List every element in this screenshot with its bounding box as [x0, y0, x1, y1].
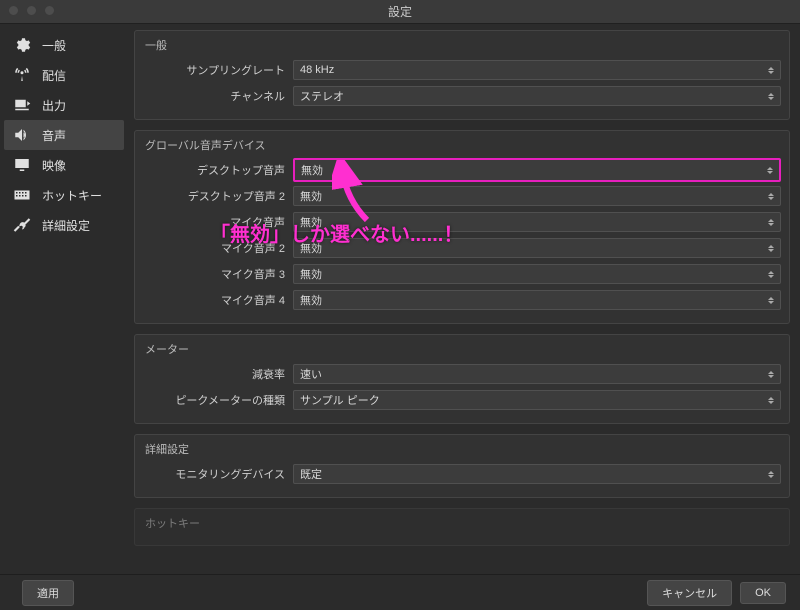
group-title: ホットキー — [143, 515, 781, 531]
monitoring-device-select[interactable]: 既定 — [293, 464, 781, 484]
row-label: マイク音声 4 — [143, 292, 293, 308]
group-advanced: 詳細設定 モニタリングデバイス 既定 — [134, 434, 790, 498]
row-label: デスクトップ音声 2 — [143, 188, 293, 204]
cancel-button[interactable]: キャンセル — [647, 580, 732, 606]
sidebar-item-label: 詳細設定 — [42, 217, 90, 234]
mic-audio-2-select[interactable]: 無効 — [293, 238, 781, 258]
keyboard-icon — [12, 185, 32, 205]
sample-rate-select[interactable]: 48 kHz — [293, 60, 781, 80]
row-label: デスクトップ音声 — [143, 162, 293, 178]
monitor-icon — [12, 155, 32, 175]
chevron-updown-icon — [765, 467, 777, 481]
sidebar-item-general[interactable]: 一般 — [4, 30, 124, 60]
mic-audio-select[interactable]: 無効 — [293, 212, 781, 232]
row-label: マイク音声 — [143, 214, 293, 230]
sidebar-item-label: ホットキー — [42, 187, 102, 204]
row-label: 減衰率 — [143, 366, 293, 382]
sidebar-item-label: 音声 — [42, 127, 66, 144]
window-controls[interactable] — [8, 5, 55, 16]
chevron-updown-icon — [764, 162, 776, 178]
sidebar-item-label: 出力 — [42, 97, 66, 114]
gear-icon — [12, 35, 32, 55]
row-label: マイク音声 2 — [143, 240, 293, 256]
chevron-updown-icon — [765, 293, 777, 307]
chevron-updown-icon — [765, 63, 777, 77]
group-global-audio: グローバル音声デバイス デスクトップ音声 無効 デスクトップ音声 2 無効 マイ… — [134, 130, 790, 324]
footer: 適用 キャンセル OK — [0, 574, 800, 610]
sidebar-item-audio[interactable]: 音声 — [4, 120, 124, 150]
content: 一般 サンプリングレート 48 kHz チャンネル ステレオ グローバル音声デバ… — [128, 24, 800, 574]
sidebar-item-hotkeys[interactable]: ホットキー — [4, 180, 124, 210]
audio-icon — [12, 125, 32, 145]
sidebar-item-output[interactable]: 出力 — [4, 90, 124, 120]
tools-icon — [12, 215, 32, 235]
apply-button[interactable]: 適用 — [22, 580, 74, 606]
decay-rate-select[interactable]: 速い — [293, 364, 781, 384]
chevron-updown-icon — [765, 393, 777, 407]
group-title: 一般 — [143, 37, 781, 53]
group-hotkey: ホットキー — [134, 508, 790, 546]
close-icon[interactable] — [8, 5, 19, 16]
sidebar-item-video[interactable]: 映像 — [4, 150, 124, 180]
desktop-audio-select[interactable]: 無効 — [293, 158, 781, 182]
sidebar-item-label: 一般 — [42, 37, 66, 54]
sidebar: 一般 配信 出力 音声 映像 — [0, 24, 128, 574]
broadcast-icon — [12, 65, 32, 85]
mic-audio-4-select[interactable]: 無効 — [293, 290, 781, 310]
group-general: 一般 サンプリングレート 48 kHz チャンネル ステレオ — [134, 30, 790, 120]
sidebar-item-stream[interactable]: 配信 — [4, 60, 124, 90]
row-label: マイク音声 3 — [143, 266, 293, 282]
group-title: メーター — [143, 341, 781, 357]
sidebar-item-label: 映像 — [42, 157, 66, 174]
chevron-updown-icon — [765, 189, 777, 203]
chevron-updown-icon — [765, 267, 777, 281]
row-label: モニタリングデバイス — [143, 466, 293, 482]
group-title: グローバル音声デバイス — [143, 137, 781, 153]
row-label: サンプリングレート — [143, 62, 293, 78]
output-icon — [12, 95, 32, 115]
chevron-updown-icon — [765, 89, 777, 103]
channel-select[interactable]: ステレオ — [293, 86, 781, 106]
mic-audio-3-select[interactable]: 無効 — [293, 264, 781, 284]
desktop-audio-2-select[interactable]: 無効 — [293, 186, 781, 206]
row-label: チャンネル — [143, 88, 293, 104]
chevron-updown-icon — [765, 241, 777, 255]
chevron-updown-icon — [765, 215, 777, 229]
sidebar-item-advanced[interactable]: 詳細設定 — [4, 210, 124, 240]
chevron-updown-icon — [765, 367, 777, 381]
titlebar: 設定 — [0, 0, 800, 24]
group-meter: メーター 減衰率 速い ピークメーターの種類 サンプル ピーク — [134, 334, 790, 424]
sidebar-item-label: 配信 — [42, 67, 66, 84]
group-title: 詳細設定 — [143, 441, 781, 457]
peak-meter-type-select[interactable]: サンプル ピーク — [293, 390, 781, 410]
maximize-icon[interactable] — [44, 5, 55, 16]
ok-button[interactable]: OK — [740, 582, 786, 604]
row-label: ピークメーターの種類 — [143, 392, 293, 408]
window-title: 設定 — [388, 3, 412, 20]
minimize-icon[interactable] — [26, 5, 37, 16]
